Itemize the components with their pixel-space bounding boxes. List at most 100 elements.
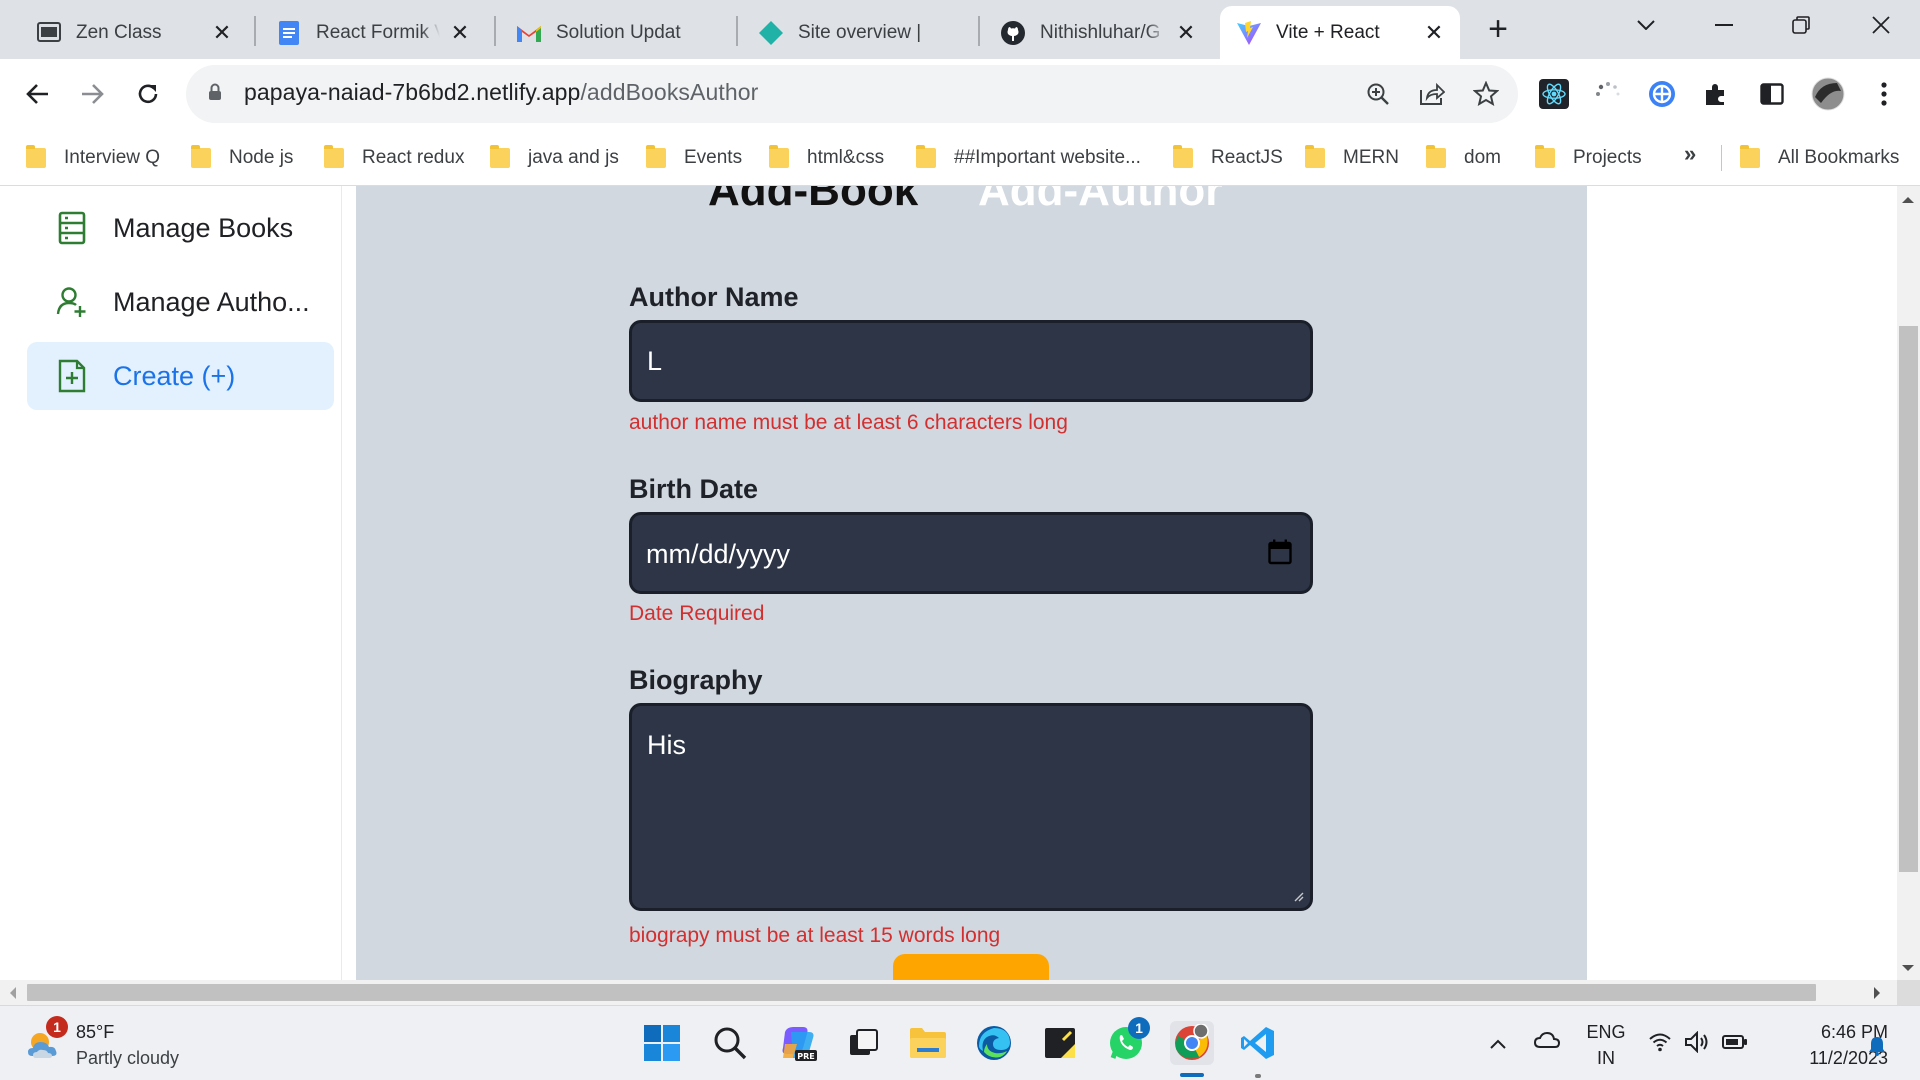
scroll-left-arrow-icon[interactable] (8, 986, 18, 1005)
svg-text:PRE: PRE (797, 1052, 815, 1061)
tab-close-icon[interactable]: ✕ (210, 20, 234, 45)
running-app-indicator (1255, 1074, 1261, 1078)
windows-start-icon[interactable] (640, 1021, 684, 1065)
minimize-icon[interactable] (1695, 0, 1753, 50)
bookmark-folder[interactable]: java and js (490, 143, 619, 173)
bookmarks-divider (1721, 145, 1722, 171)
vertical-scroll-thumb[interactable] (1899, 326, 1918, 872)
biography-textarea[interactable]: His (629, 703, 1313, 911)
reload-icon[interactable] (126, 72, 170, 116)
tab-add-book[interactable]: Add-Book (708, 186, 918, 216)
back-arrow-icon[interactable] (16, 72, 60, 116)
weather-badge: 1 (46, 1016, 68, 1038)
horizontal-scroll-thumb[interactable] (27, 984, 1816, 1001)
battery-icon[interactable] (1722, 1034, 1748, 1055)
sidebar-item-label: Manage Autho... (113, 286, 310, 317)
onedrive-cloud-icon[interactable] (1533, 1031, 1561, 1054)
tab-divider (736, 16, 738, 46)
browser-tab-netlify[interactable]: Site overview | (742, 6, 970, 59)
birth-date-input[interactable]: mm/dd/yyyy (629, 512, 1313, 594)
close-window-icon[interactable] (1852, 0, 1910, 50)
folder-icon (916, 145, 936, 168)
file-explorer-icon[interactable] (906, 1021, 950, 1065)
tab-close-icon[interactable]: ✕ (1174, 20, 1198, 45)
sidebar: Manage Books Manage Autho... Create (+) (0, 186, 342, 980)
author-name-input[interactable]: L (629, 320, 1313, 402)
scrollbar-corner (1897, 980, 1920, 1005)
bookmark-label: Node js (229, 147, 294, 168)
tab-close-icon[interactable]: ✕ (448, 20, 472, 45)
bookmark-folder[interactable]: Node js (191, 143, 293, 173)
folder-icon (26, 145, 46, 168)
tab-title: Nithishluhar/G (1040, 21, 1161, 43)
side-panel-icon[interactable] (1754, 76, 1790, 112)
show-hidden-icons-chevron-icon[interactable] (1490, 1036, 1506, 1054)
volume-icon[interactable] (1684, 1030, 1710, 1058)
vscode-icon[interactable] (1236, 1021, 1280, 1065)
browser-tab-zen-class[interactable]: Zen Class ✕ (20, 6, 248, 59)
restore-icon[interactable] (1772, 0, 1830, 50)
bookmark-folder[interactable]: Projects (1535, 143, 1642, 173)
bookmark-folder[interactable]: Events (646, 143, 742, 173)
shield-extension-icon[interactable] (1644, 76, 1680, 112)
notification-bell-icon[interactable] (1868, 1036, 1886, 1061)
calendar-icon[interactable] (1268, 539, 1292, 572)
bookmark-star-icon[interactable] (1470, 78, 1502, 110)
scroll-right-arrow-icon[interactable] (1872, 986, 1882, 1005)
bookmark-folder[interactable]: React redux (324, 143, 464, 173)
weather-temp: 85°F (76, 1022, 115, 1042)
react-devtools-extension-icon[interactable] (1536, 76, 1572, 112)
chrome-menu-kebab-icon[interactable] (1866, 76, 1902, 112)
language-primary[interactable]: ENG (1584, 1020, 1628, 1044)
language-secondary[interactable]: IN (1584, 1046, 1628, 1070)
tab-search-chevron-icon[interactable] (1617, 0, 1675, 50)
sidebar-item-create[interactable]: Create (+) (27, 342, 334, 410)
bookmark-folder[interactable]: dom (1426, 143, 1501, 173)
bookmark-folder[interactable]: Interview Q (26, 143, 160, 173)
browser-tab-gmail[interactable]: Solution Updat (500, 6, 728, 59)
tab-add-author[interactable]: Add-Author (978, 186, 1222, 216)
bookmark-folder[interactable]: MERN (1305, 143, 1399, 173)
browser-tab-vite-react[interactable]: Vite + React ✕ (1220, 6, 1460, 59)
lock-icon[interactable] (208, 83, 222, 106)
scroll-down-arrow-icon[interactable] (1901, 960, 1915, 978)
weather-widget-icon[interactable]: 1 (22, 1016, 68, 1066)
browser-tab-react-formik[interactable]: React Formik V ✕ (260, 6, 486, 59)
wifi-icon[interactable] (1648, 1032, 1672, 1057)
puzzle-extensions-icon[interactable] (1698, 76, 1734, 112)
profile-avatar[interactable] (1810, 76, 1846, 112)
bookmark-folder[interactable]: html&css (769, 143, 884, 173)
browser-tab-strip: Zen Class ✕ React Formik V ✕ Solution Up… (0, 0, 1920, 59)
edge-browser-icon[interactable] (972, 1021, 1016, 1065)
bookmark-label: java and js (528, 147, 619, 168)
share-icon[interactable] (1416, 78, 1448, 110)
url-text: papaya-naiad-7b6bd2.netlify.app/addBooks… (244, 79, 758, 106)
browser-tab-github[interactable]: Nithishluhar/G ✕ (984, 6, 1212, 59)
chrome-taskbar-icon[interactable] (1170, 1021, 1214, 1065)
sidebar-item-manage-authors[interactable]: Manage Autho... (27, 268, 334, 336)
search-icon[interactable] (708, 1021, 752, 1065)
resize-grip-icon[interactable] (1292, 890, 1304, 902)
sidebar-item-manage-books[interactable]: Manage Books (27, 194, 334, 262)
submit-button[interactable] (893, 954, 1049, 980)
loading-extension-icon[interactable] (1590, 76, 1626, 112)
google-docs-favicon (276, 20, 302, 46)
address-bar[interactable]: papaya-naiad-7b6bd2.netlify.app/addBooks… (186, 65, 1518, 123)
task-view-icon[interactable] (842, 1021, 886, 1065)
bookmarks-overflow-chevron-icon[interactable]: » (1684, 141, 1696, 167)
whatsapp-icon[interactable]: 1 (1104, 1017, 1150, 1065)
forward-arrow-icon[interactable] (70, 72, 114, 116)
tab-close-icon[interactable]: ✕ (1422, 20, 1446, 45)
all-bookmarks-folder[interactable]: All Bookmarks (1740, 143, 1899, 173)
sticky-notes-icon[interactable] (1038, 1021, 1082, 1065)
tab-divider (254, 16, 256, 46)
bookmark-folder[interactable]: ReactJS (1173, 143, 1283, 173)
copilot-preview-icon[interactable]: PRE (776, 1021, 820, 1065)
scroll-up-arrow-icon[interactable] (1901, 192, 1915, 210)
url-host: papaya-naiad-7b6bd2.netlify.app (244, 79, 581, 105)
vite-favicon (1236, 20, 1262, 46)
birth-date-label: Birth Date (629, 474, 759, 504)
zoom-icon[interactable] (1362, 78, 1394, 110)
bookmark-folder[interactable]: ##Important website... (916, 143, 1141, 173)
new-tab-plus-icon[interactable]: + (1480, 12, 1516, 48)
